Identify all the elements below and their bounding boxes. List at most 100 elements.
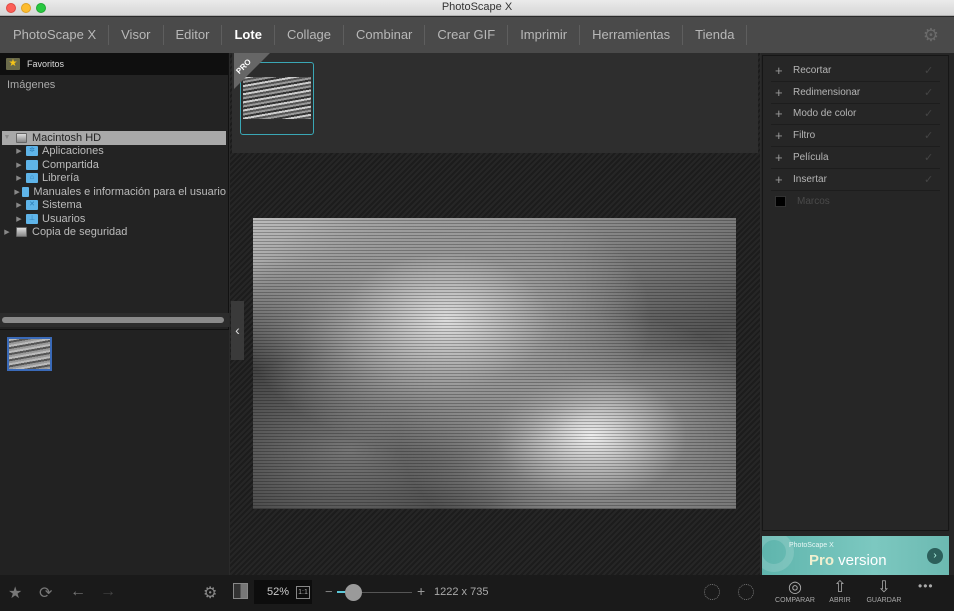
tree-item-sistema[interactable]: ▶ ✕ Sistema [2,199,226,213]
nav-crear-gif[interactable]: Crear GIF [425,25,509,45]
folder-icon: ✕ [26,200,38,211]
nav-herramientas[interactable]: Herramientas [580,25,684,45]
plus-icon: + [775,150,783,166]
horizontal-scrollbar[interactable] [2,317,224,323]
check-icon: ✓ [924,108,934,121]
expand-triangle-icon[interactable]: ▶ [14,161,24,169]
folder-icon: ✲ [26,146,38,157]
tree-item-label: Manuales e información para el usuario [33,185,226,198]
disk-icon [16,227,27,238]
tool-recortar[interactable]: + Recortar ✓ [771,60,940,82]
tree-item-aplicaciones[interactable]: ▶ ✲ Aplicaciones [2,145,226,159]
compare-button[interactable]: ◎ COMPARAR [773,578,817,604]
tool-pelicula[interactable]: + Película ✓ [771,147,940,169]
expand-triangle-icon[interactable]: ▶ [14,147,24,155]
tree-item-compartida[interactable]: ▶ Compartida [2,158,226,172]
tree-item-libreria[interactable]: ▶ ⌂ Librería [2,172,226,186]
save-icon: ⇩ [877,579,891,596]
tool-marcos[interactable]: Marcos [771,191,940,213]
tree-item-copia-de-seguridad[interactable]: ▶ Copia de seguridad [2,226,226,240]
rotate-right-icon[interactable] [738,584,754,600]
split-view-icon[interactable] [233,583,248,599]
tool-redimensionar[interactable]: + Redimensionar ✓ [771,82,940,104]
favorites-bar[interactable]: ★ Favoritos [0,53,228,75]
main-nav: PhotoScape X Visor Editor Lote Collage C… [0,17,954,53]
refresh-icon[interactable]: ⟳ [39,583,52,603]
open-icon: ⇧ [833,579,847,596]
plus-icon: + [775,171,783,187]
zoom-field[interactable]: 52% 1:1 [254,580,312,604]
tree-item-label: Compartida [42,158,99,171]
check-icon: ✓ [924,130,934,143]
chevron-right-icon[interactable]: › [927,548,943,564]
nav-editor[interactable]: Editor [164,25,223,45]
favorites-label: Favoritos [27,59,65,69]
more-options-icon[interactable]: ••• [918,579,934,593]
tree-item-label: Copia de seguridad [32,226,128,239]
color-swatch[interactable] [775,196,786,208]
tool-modo-de-color[interactable]: + Modo de color ✓ [771,104,940,126]
tree-item-manuales[interactable]: ▶ Manuales e información para el usuario [2,185,226,199]
expand-triangle-icon[interactable]: ▼ [2,134,12,141]
folder-tree: ▼ Macintosh HD ▶ ✲ Aplicaciones ▶ Compar… [2,131,226,239]
plus-icon: + [775,106,783,122]
forward-arrow-icon[interactable]: → [100,583,116,601]
folder-icon [26,159,38,170]
open-button[interactable]: ⇧ ABRIR [818,578,862,604]
rotate-left-icon[interactable] [704,584,720,600]
expand-triangle-icon[interactable]: ▶ [14,201,24,209]
nav-combinar[interactable]: Combinar [344,25,426,45]
browser-panel: ★ Favoritos Imágenes ▼ Macintosh HD ▶ ✲ … [0,53,229,575]
nav-lote[interactable]: Lote [222,25,275,45]
actual-size-button[interactable]: 1:1 [296,586,310,599]
tool-filtro[interactable]: + Filtro ✓ [771,125,940,148]
batch-tools-panel: + Recortar ✓ + Redimensionar ✓ + Modo de… [761,53,954,575]
banner-title: Pro version [809,552,887,569]
nav-photoscape-x[interactable]: PhotoScape X [0,25,110,45]
check-icon: ✓ [924,152,934,165]
tree-item-macintosh-hd[interactable]: ▼ Macintosh HD [2,131,226,145]
zoom-value: 52% [267,586,290,598]
banner-small-text: PhotoScape X [789,542,834,549]
batch-image-strip: PRO [232,53,758,153]
folder-icon: ⌂ [26,173,38,184]
banner-version-text: version [834,552,887,569]
tree-item-label: Macintosh HD [32,131,102,144]
image-thumbnail[interactable] [7,337,52,371]
expand-triangle-icon[interactable]: ▶ [14,215,24,223]
nav-imprimir[interactable]: Imprimir [508,25,581,45]
save-label: GUARDAR [866,597,902,604]
tool-label: Película [793,152,829,164]
nav-visor[interactable]: Visor [109,25,164,45]
compare-label: COMPARAR [775,597,815,604]
expand-triangle-icon[interactable]: ▶ [2,228,12,236]
zoom-out-icon[interactable]: − [325,584,333,599]
pro-version-banner[interactable]: PhotoScape X Pro version › [762,536,949,575]
title-bar: PhotoScape X [0,0,954,16]
expand-triangle-icon[interactable]: ▶ [14,174,24,182]
gear-icon[interactable]: ⚙ [203,583,217,603]
back-arrow-icon[interactable]: ← [70,583,86,601]
zoom-in-icon[interactable]: + [417,583,425,599]
star-icon[interactable]: ★ [8,583,22,603]
images-label[interactable]: Imágenes [0,75,228,131]
tool-label: Redimensionar [793,86,861,98]
plus-icon: + [775,128,783,144]
tree-item-label: Librería [42,172,80,185]
zoom-slider-knob[interactable] [345,584,362,601]
tree-item-label: Sistema [42,199,82,212]
check-icon: ✓ [924,173,934,186]
tool-label: Filtro [793,130,816,142]
expand-triangle-icon[interactable]: ▶ [14,188,20,196]
gear-icon[interactable]: ⚙ [922,26,940,44]
preview-image [253,218,736,509]
tree-item-usuarios[interactable]: ▶ ⊥ Usuarios [2,212,226,226]
collapse-panel-chevron-icon[interactable]: ‹ [231,301,244,360]
save-button[interactable]: ⇩ GUARDAR [862,578,906,604]
folder-icon: ⊥ [26,213,38,224]
star-icon: ★ [6,58,20,70]
nav-collage[interactable]: Collage [275,25,345,45]
tool-label: Recortar [793,64,832,76]
nav-tienda[interactable]: Tienda [683,25,748,45]
tool-insertar[interactable]: + Insertar ✓ [771,169,940,191]
